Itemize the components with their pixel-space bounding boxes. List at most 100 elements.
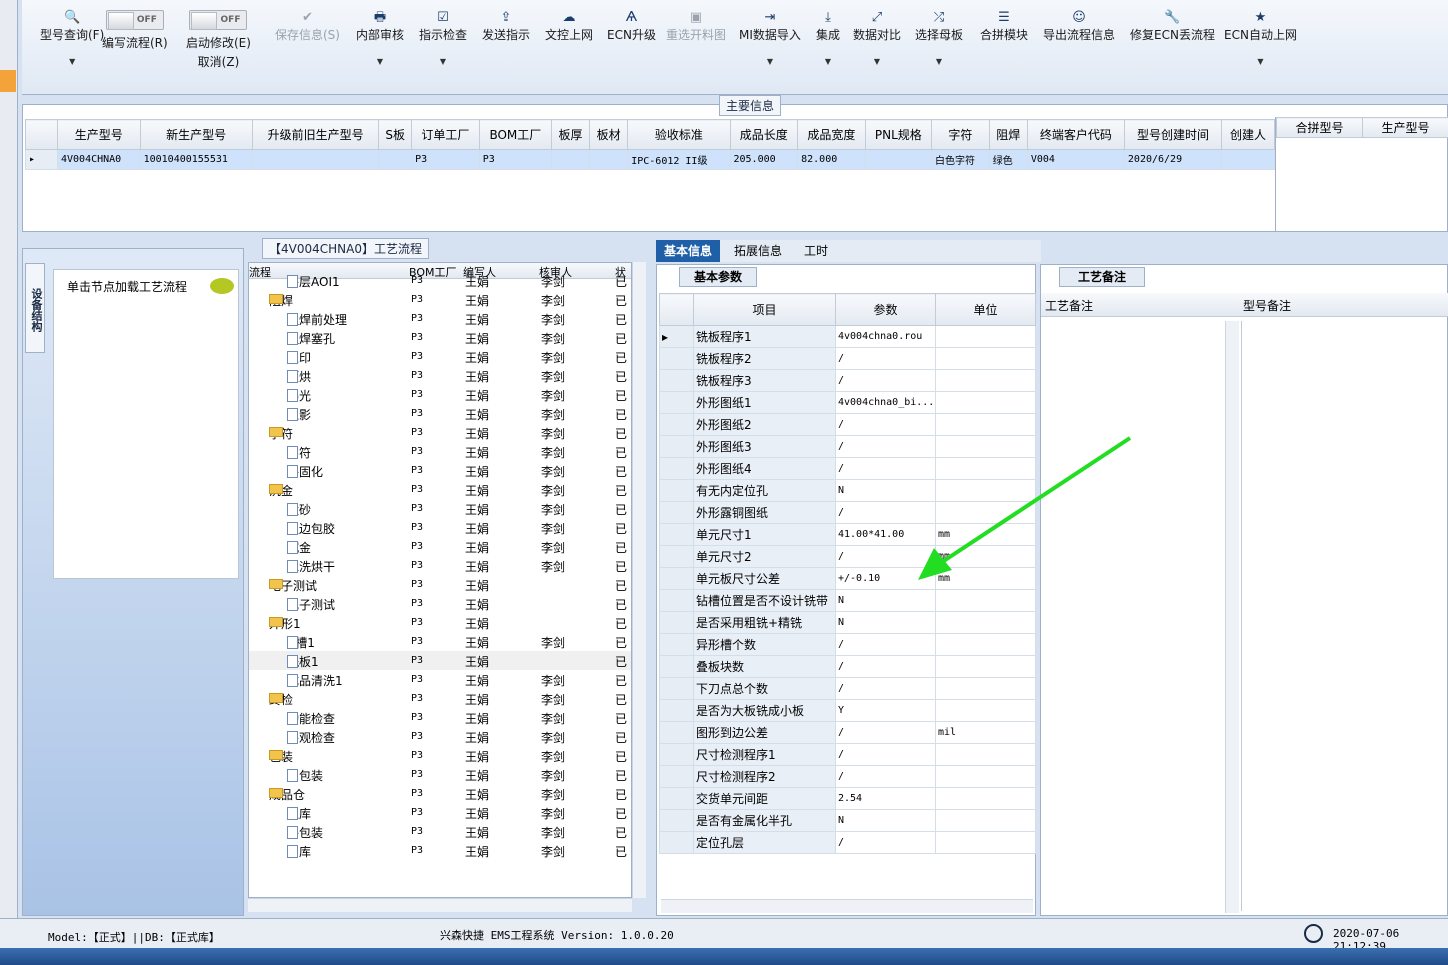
toolbar-button-2[interactable]: OFF 启动修改(E) 取消(Z) bbox=[186, 10, 251, 70]
main-cell[interactable] bbox=[589, 149, 629, 170]
toolbar-button-15[interactable]: ☺ 导出流程信息 bbox=[1043, 10, 1115, 43]
main-col-header[interactable]: 字符 bbox=[930, 119, 990, 150]
table-row[interactable]: 铣板程序2/ bbox=[659, 347, 1036, 370]
table-row[interactable]: 尺寸检测程序2/ bbox=[659, 765, 1036, 788]
tree-node[interactable]: −成品仓 P3 王娟 李剑 已 bbox=[249, 784, 631, 803]
model-remarks-input[interactable] bbox=[1241, 321, 1447, 911]
tree-node[interactable]: 显影 P3 王娟 李剑 已 bbox=[249, 404, 631, 423]
tree-node[interactable]: V槽1 P3 王娟 李剑 已 bbox=[249, 632, 631, 651]
main-col-header[interactable]: 生产型号 bbox=[57, 119, 141, 150]
toggle-switch[interactable]: OFF bbox=[189, 10, 248, 30]
tree-node[interactable]: −包装 P3 王娟 李剑 已 bbox=[249, 746, 631, 765]
table-row[interactable]: 是否有金属化半孔 N bbox=[659, 809, 1036, 832]
tree-node[interactable]: 阻焊前处理 P3 王娟 李剑 已 bbox=[249, 309, 631, 328]
toolbar-button-11[interactable]: ⤓ 集成 ▼ bbox=[816, 10, 840, 66]
table-row[interactable]: ▸ 4V004CHNA0 10010400155531 P3 P3 IPC-6012 II… bbox=[25, 149, 1275, 170]
chevron-down-icon[interactable]: ▼ bbox=[356, 57, 404, 66]
chevron-down-icon[interactable]: ▼ bbox=[1224, 57, 1297, 66]
main-col-header[interactable]: 型号创建时间 bbox=[1123, 119, 1223, 150]
tab-extended-info[interactable]: 拓展信息 bbox=[726, 240, 790, 262]
chevron-down-icon[interactable]: ▼ bbox=[419, 57, 467, 66]
toolbar-button-16[interactable]: 🔧 修复ECN丢流程 bbox=[1130, 10, 1215, 43]
main-cell[interactable]: P3 bbox=[411, 149, 480, 170]
tree-node[interactable]: 电子测试 P3 王娟 已 bbox=[249, 594, 631, 613]
toolbar-button-17[interactable]: ★ ECN自动上网 ▼ bbox=[1224, 10, 1297, 66]
param-value[interactable]: / bbox=[835, 369, 936, 392]
toolbar-button-12[interactable]: ⤢ 数据对比 ▼ bbox=[853, 10, 901, 66]
params-hscroll[interactable] bbox=[661, 899, 1033, 913]
param-value[interactable]: N bbox=[835, 589, 936, 612]
main-col-header[interactable]: 订单工厂 bbox=[411, 119, 480, 150]
param-value[interactable]: / bbox=[835, 677, 936, 700]
params-col-header[interactable]: 参数 bbox=[835, 293, 936, 326]
toolbar-button-4[interactable]: 🖶 内部审核 ▼ bbox=[356, 10, 404, 66]
main-cell[interactable] bbox=[251, 149, 380, 170]
tree-node[interactable]: 铣板1 P3 王娟 已 bbox=[249, 651, 631, 670]
main-cell[interactable]: P3 bbox=[478, 149, 553, 170]
main-cell[interactable]: 绿色 bbox=[988, 149, 1028, 170]
table-row[interactable]: 钻槽位置是否不设计铣带 N bbox=[659, 589, 1036, 612]
tree-node[interactable]: 入库 P3 王娟 李剑 已 bbox=[249, 803, 631, 822]
main-col-header[interactable]: PNL规格 bbox=[864, 119, 932, 150]
chevron-down-icon[interactable]: ▼ bbox=[853, 57, 901, 66]
toolbar-button-0[interactable]: 🔍 型号查询(F) ▼ bbox=[40, 10, 104, 66]
param-value[interactable]: 4v004chna0.rou bbox=[835, 325, 936, 348]
main-cell[interactable]: 4V004CHNA0 bbox=[57, 149, 141, 170]
main-cell[interactable] bbox=[864, 149, 932, 170]
tree-node[interactable]: 内包装 P3 王娟 李剑 已 bbox=[249, 765, 631, 784]
tree-node[interactable]: 喷砂 P3 王娟 李剑 已 bbox=[249, 499, 631, 518]
toolbar-label-cancel[interactable]: 取消(Z) bbox=[186, 53, 251, 70]
tree-node[interactable]: −电子测试 P3 王娟 已 bbox=[249, 575, 631, 594]
tree-node[interactable]: 字符 P3 王娟 李剑 已 bbox=[249, 442, 631, 461]
tab-process-remarks[interactable]: 工艺备注 bbox=[1059, 267, 1145, 287]
tree-node[interactable]: 外观检查 P3 王娟 李剑 已 bbox=[249, 727, 631, 746]
main-col-header[interactable]: 新生产型号 bbox=[139, 119, 253, 150]
main-col-header[interactable]: S板 bbox=[378, 119, 413, 150]
col-merge-model[interactable]: 合拼型号 bbox=[1276, 117, 1363, 138]
table-row[interactable]: 定位孔层 / bbox=[659, 831, 1036, 854]
remarks-vscroll[interactable] bbox=[1225, 321, 1239, 913]
main-col-header[interactable]: 终端客户代码 bbox=[1026, 119, 1125, 150]
params-col-header[interactable]: 项目 bbox=[693, 293, 836, 326]
table-row[interactable]: 叠板块数 / bbox=[659, 655, 1036, 678]
main-col-header[interactable]: 板材 bbox=[589, 119, 629, 150]
table-row[interactable]: 异形槽个数 / bbox=[659, 633, 1036, 656]
table-row[interactable]: 图形到边公差 / mil bbox=[659, 721, 1036, 744]
tree-node[interactable]: 板边包胶 P3 王娟 李剑 已 bbox=[249, 518, 631, 537]
toolbar-button-1[interactable]: OFF 编写流程(R) bbox=[102, 10, 168, 51]
main-cell[interactable]: 10010400155531 bbox=[139, 149, 253, 170]
main-col-header[interactable]: 升级前旧生产型号 bbox=[251, 119, 380, 150]
table-row[interactable]: 铣板程序3/ bbox=[659, 369, 1036, 392]
main-col-header[interactable]: 验收标准 bbox=[627, 119, 731, 150]
main-cell[interactable] bbox=[550, 149, 591, 170]
param-value[interactable]: N bbox=[835, 809, 936, 832]
process-remarks-input[interactable] bbox=[1043, 321, 1227, 911]
chevron-down-icon[interactable]: ▼ bbox=[40, 57, 104, 66]
chevron-down-icon[interactable]: ▼ bbox=[739, 57, 801, 66]
process-hscroll[interactable] bbox=[248, 898, 632, 912]
tree-node[interactable]: −阻焊 P3 王娟 李剑 已 bbox=[249, 290, 631, 309]
tree-node[interactable]: 外包装 P3 王娟 李剑 已 bbox=[249, 822, 631, 841]
table-row[interactable]: ▸ 铣板程序1 4v004chna0.rou bbox=[659, 325, 1036, 348]
tree-node[interactable]: 丝印 P3 王娟 李剑 已 bbox=[249, 347, 631, 366]
main-cell[interactable]: 白色字符 bbox=[930, 149, 990, 170]
param-value[interactable]: / bbox=[835, 743, 936, 766]
tree-node[interactable]: 预烘 P3 王娟 李剑 已 bbox=[249, 366, 631, 385]
main-col-header[interactable]: BOM工厂 bbox=[478, 119, 553, 150]
param-value[interactable]: N bbox=[835, 611, 936, 634]
table-row[interactable]: 尺寸检测程序1/ bbox=[659, 743, 1036, 766]
tree-node[interactable]: 阻焊塞孔 P3 王娟 李剑 已 bbox=[249, 328, 631, 347]
main-cell[interactable]: V004 bbox=[1026, 149, 1125, 170]
table-row[interactable]: 外形图纸1 4v004chna0_bi... bbox=[659, 391, 1036, 414]
param-value[interactable]: Y bbox=[835, 699, 936, 722]
process-vscroll[interactable] bbox=[632, 262, 646, 898]
toolbar-button-10[interactable]: ⇥ MI数据导入 ▼ bbox=[739, 10, 801, 66]
table-row[interactable]: 下刀点总个数 / bbox=[659, 677, 1036, 700]
tree-node[interactable]: −字符 P3 王娟 李剑 已 bbox=[249, 423, 631, 442]
main-col-header[interactable]: 成品长度 bbox=[729, 119, 799, 150]
toolbar-button-6[interactable]: ⇪ 发送指示 bbox=[482, 10, 530, 43]
tree-node[interactable]: −终检 P3 王娟 李剑 已 bbox=[249, 689, 631, 708]
toolbar-button-9[interactable]: ▣ 重选开料图 bbox=[666, 10, 726, 43]
param-value[interactable]: 2.54 bbox=[835, 787, 936, 810]
tab-work-hours[interactable]: 工时 bbox=[796, 240, 836, 262]
